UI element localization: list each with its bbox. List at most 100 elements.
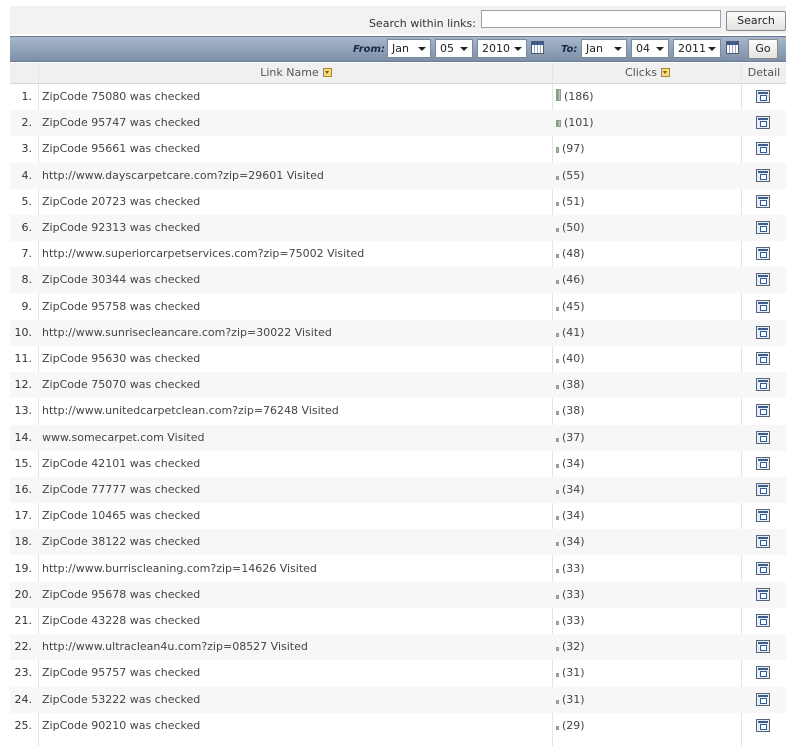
calendar-icon[interactable]: [726, 41, 739, 54]
clicks-bar: [556, 332, 559, 337]
detail-report-icon[interactable]: [756, 692, 770, 706]
detail-report-icon[interactable]: [756, 90, 770, 103]
search-bar: Search within links: Search: [10, 6, 786, 34]
clicks-bar: [556, 699, 559, 704]
from-year-value: 2010: [482, 42, 510, 55]
from-year-select[interactable]: 2010: [477, 39, 527, 58]
from-month-select[interactable]: Jan: [387, 39, 431, 58]
link-name: ZipCode 42101 was checked: [42, 456, 201, 470]
table-row: 15. ZipCode 42101 was checked (34): [10, 451, 786, 477]
to-label: To:: [561, 44, 578, 55]
clicks-cell: (33): [556, 608, 585, 634]
sort-dropdown-icon[interactable]: [660, 68, 670, 77]
link-name: ZipCode 90210 was checked: [42, 718, 201, 732]
clicks-bar: [556, 306, 559, 311]
row-number: 17.: [14, 509, 33, 523]
table-row: 5. ZipCode 20723 was checked (51): [10, 189, 786, 215]
row-number: 8.: [21, 273, 33, 287]
detail-report-icon[interactable]: [756, 194, 770, 208]
header-clicks[interactable]: Clicks: [553, 63, 742, 83]
detail-report-icon[interactable]: [756, 561, 770, 575]
detail-report-icon[interactable]: [756, 299, 770, 313]
date-range-bar: From: Jan 05 2010 To: Jan 04 2011 Go: [10, 36, 786, 62]
row-number: 21.: [14, 614, 33, 627]
detail-report-icon[interactable]: [756, 614, 770, 627]
detail-report-icon[interactable]: [756, 116, 770, 130]
to-month-select[interactable]: Jan: [581, 39, 627, 58]
detail-report-icon[interactable]: [756, 509, 770, 523]
table-row: 20. ZipCode 95678 was checked (33): [10, 581, 786, 608]
row-number: 9.: [21, 299, 33, 313]
clicks-bar: [556, 201, 559, 206]
to-year-value: 2011: [678, 42, 706, 55]
clicks-cell: (32): [556, 634, 585, 660]
table-row: 10. http://www.sunrisecleancare.com?zip=3…: [10, 319, 786, 346]
clicks-bar: [556, 516, 559, 521]
clicks-count: (31): [562, 692, 585, 706]
header-detail: Detail: [747, 66, 781, 79]
link-name: ZipCode 95757 was checked: [42, 666, 201, 680]
row-number: 22.: [14, 640, 33, 654]
table-row: 11. ZipCode 95630 was checked (40): [10, 346, 786, 372]
calendar-icon[interactable]: [531, 41, 544, 54]
chevron-down-icon: [418, 47, 426, 51]
to-day-value: 04: [636, 42, 650, 55]
chevron-down-icon: [708, 47, 716, 51]
row-number: 20.: [14, 587, 33, 601]
clicks-bar: [556, 120, 561, 128]
link-name: ZipCode 95747 was checked: [42, 116, 201, 130]
detail-report-icon[interactable]: [756, 142, 770, 156]
table-row: 14. www.somecarpet.com Visited (37): [10, 424, 786, 451]
clicks-count: (38): [562, 378, 585, 392]
sort-dropdown-icon[interactable]: [322, 68, 332, 77]
clicks-cell: (51): [556, 189, 585, 215]
detail-report-icon[interactable]: [756, 168, 770, 182]
detail-report-icon[interactable]: [756, 273, 770, 287]
detail-report-icon[interactable]: [756, 325, 770, 339]
link-name: ZipCode 20723 was checked: [42, 194, 201, 208]
clicks-count: (97): [562, 142, 585, 156]
clicks-count: (33): [562, 561, 585, 575]
detail-report-icon[interactable]: [756, 718, 770, 732]
detail-report-icon[interactable]: [756, 221, 770, 234]
detail-report-icon[interactable]: [756, 483, 770, 496]
to-year-select[interactable]: 2011: [673, 39, 721, 58]
clicks-cell: (101): [556, 110, 594, 136]
link-name: ZipCode 95678 was checked: [42, 587, 201, 601]
detail-report-icon[interactable]: [756, 456, 770, 470]
link-name: www.somecarpet.com Visited: [42, 430, 205, 444]
clicks-cell: (31): [556, 687, 585, 713]
detail-report-icon[interactable]: [756, 587, 770, 601]
table-row: 2. ZipCode 95747 was checked (101): [10, 110, 786, 137]
clicks-cell: (55): [556, 163, 585, 189]
detail-report-icon[interactable]: [756, 378, 770, 392]
clicks-cell: (46): [556, 267, 585, 293]
detail-report-icon[interactable]: [756, 640, 770, 654]
search-input[interactable]: [481, 10, 721, 28]
clicks-bar: [556, 89, 561, 101]
table-row: 1. ZipCode 75080 was checked (186): [10, 84, 786, 110]
go-button[interactable]: Go: [748, 39, 778, 59]
to-day-select[interactable]: 04: [631, 39, 669, 58]
chevron-down-icon: [614, 47, 622, 51]
detail-report-icon[interactable]: [756, 666, 770, 680]
header-clicks-label: Clicks: [625, 66, 657, 79]
row-number: 13.: [14, 404, 33, 418]
search-button[interactable]: Search: [726, 11, 786, 31]
row-number: 25.: [14, 718, 33, 732]
clicks-cell: (34): [556, 529, 585, 555]
table-row: 7. http://www.superiorcarpetservices.com?…: [10, 241, 786, 267]
detail-report-icon[interactable]: [756, 535, 770, 549]
clicks-count: (40): [562, 352, 585, 365]
table-row: 22. http://www.ultraclean4u.com?zip=08527…: [10, 634, 786, 661]
clicks-bar: [556, 463, 559, 468]
detail-report-icon[interactable]: [756, 430, 770, 444]
clicks-cell: (34): [556, 451, 585, 477]
clicks-bar: [556, 175, 559, 180]
table-row: 8. ZipCode 30344 was checked (46): [10, 267, 786, 294]
detail-report-icon[interactable]: [756, 404, 770, 418]
detail-report-icon[interactable]: [756, 247, 770, 261]
header-link-name[interactable]: Link Name: [39, 63, 553, 83]
from-day-select[interactable]: 05: [435, 39, 473, 58]
detail-report-icon[interactable]: [756, 352, 770, 365]
